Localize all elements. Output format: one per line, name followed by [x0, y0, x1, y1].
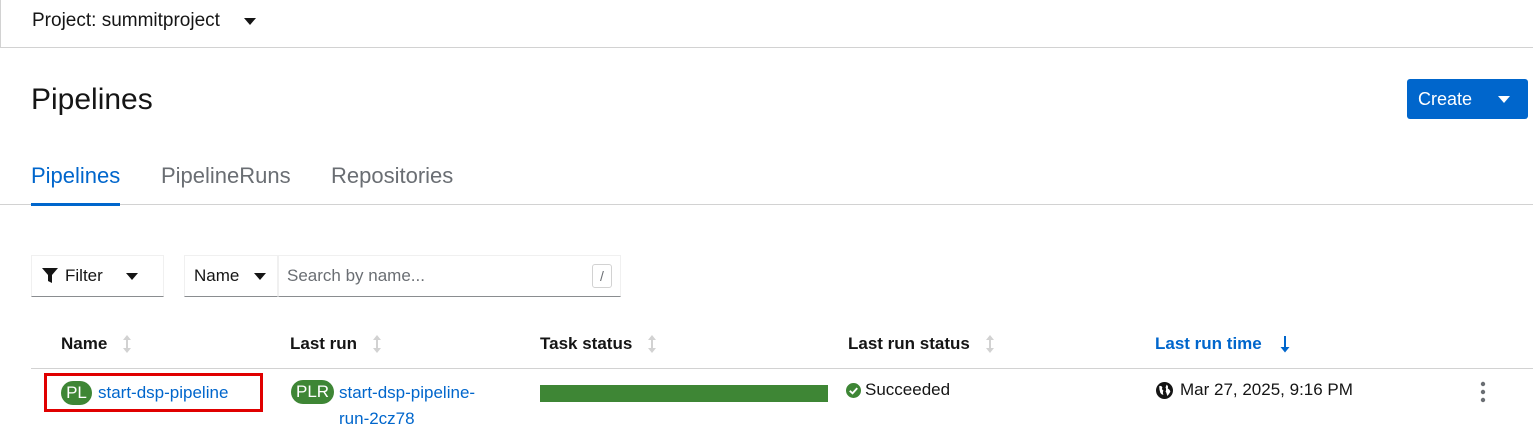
pipelinerun-badge: PLR — [291, 380, 335, 404]
attribute-dropdown-label: Name — [194, 266, 240, 285]
attribute-dropdown[interactable]: Name — [184, 255, 278, 297]
caret-down-icon — [125, 272, 138, 280]
task-status-bar — [540, 385, 828, 402]
caret-down-icon — [243, 17, 256, 25]
kebab-icon[interactable] — [1476, 381, 1490, 403]
search-input[interactable] — [287, 266, 577, 286]
column-header-label: Last run time — [1155, 334, 1262, 353]
filter-dropdown-label: Filter — [65, 266, 103, 285]
funnel-icon — [42, 268, 58, 283]
create-button-label: Create — [1418, 88, 1473, 109]
arrow-down-icon — [1280, 336, 1290, 353]
column-header-last-run[interactable]: Last run — [290, 334, 382, 354]
tab-pipelines[interactable]: Pipelines — [31, 163, 121, 206]
sort-icon — [648, 335, 657, 353]
create-button[interactable]: Create — [1407, 79, 1528, 119]
column-header-task-status[interactable]: Task status — [540, 334, 657, 354]
column-header-label: Last run status — [848, 334, 970, 353]
last-run-status: Succeeded — [846, 380, 950, 400]
last-run-link[interactable]: start-dsp-pipeline- run-2cz78 — [339, 380, 509, 432]
filter-dropdown[interactable]: Filter — [31, 255, 164, 297]
tab-repositories[interactable]: Repositories — [331, 163, 453, 205]
tab-pipelineruns[interactable]: PipelineRuns — [161, 163, 291, 205]
caret-down-icon[interactable] — [1498, 95, 1511, 103]
project-bar: Project: summitproject — [0, 0, 1533, 48]
sort-icon — [985, 335, 994, 353]
search-box: / — [278, 255, 621, 297]
last-run-time-text: Mar 27, 2025, 9:16 PM — [1180, 380, 1353, 399]
tab-bar: Pipelines PipelineRuns Repositories — [0, 158, 1533, 206]
check-circle-icon — [846, 382, 861, 398]
sort-icon — [123, 335, 132, 353]
pipeline-badge: PL — [61, 380, 92, 405]
pipeline-name-link[interactable]: start-dsp-pipeline — [98, 383, 228, 403]
sort-icon — [373, 335, 382, 353]
table-header-divider — [31, 368, 1533, 369]
globe-icon — [1156, 381, 1173, 399]
last-run-status-text: Succeeded — [865, 380, 951, 399]
column-header-last-run-status[interactable]: Last run status — [848, 334, 995, 354]
project-selector[interactable]: Project: summitproject — [32, 10, 256, 32]
keyboard-shortcut-hint: / — [592, 264, 612, 288]
name-cell-highlighted: PL start-dsp-pipeline — [44, 373, 263, 412]
last-run-link-line2: run-2cz78 — [339, 409, 415, 428]
caret-down-icon — [254, 272, 267, 280]
column-header-label: Task status — [540, 334, 633, 353]
page-title: Pipelines — [31, 83, 153, 116]
last-run-link-line1: start-dsp-pipeline- — [339, 383, 476, 402]
column-header-name[interactable]: Name — [61, 334, 132, 354]
project-selector-label: Project: summitproject — [32, 10, 220, 31]
last-run-time: Mar 27, 2025, 9:16 PM — [1156, 380, 1353, 400]
column-header-label: Last run — [290, 334, 358, 353]
column-header-label: Name — [61, 334, 108, 353]
column-header-last-run-time[interactable]: Last run time — [1155, 334, 1290, 354]
